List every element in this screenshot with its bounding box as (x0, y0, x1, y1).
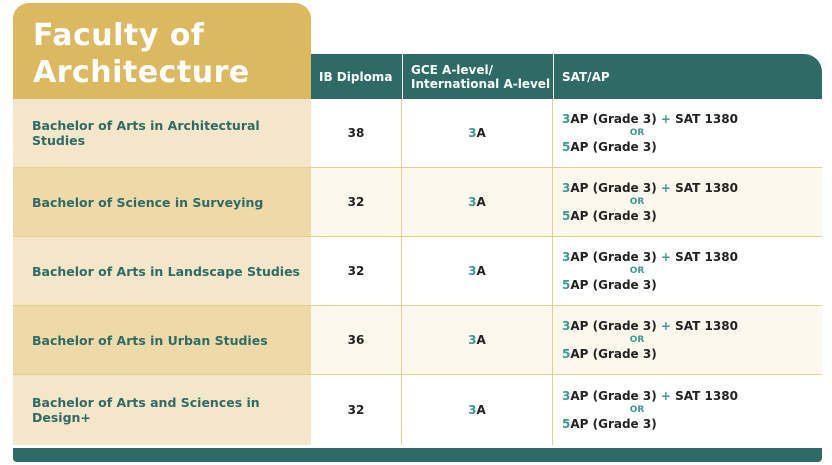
table-row: Bachelor of Arts and Sciences in Design+… (13, 375, 822, 445)
gce-count: 3 (468, 195, 477, 209)
or-label: OR (629, 265, 645, 276)
programme-name: Bachelor of Science in Surveying (13, 168, 311, 236)
column-header-sat: SAT/AP (553, 54, 822, 99)
sat-score: SAT 1380 (675, 388, 738, 403)
plus-sign: + (660, 180, 671, 195)
or-label: OR (629, 196, 645, 207)
gce-grade: A (476, 333, 486, 347)
sat-option-2: 5AP (Grade 3) (562, 208, 657, 225)
ap-text: AP (Grade 3) (570, 318, 657, 333)
gce-count: 3 (468, 126, 477, 140)
plus-sign: + (660, 249, 671, 264)
programme-name: Bachelor of Arts in Architectural Studie… (13, 99, 311, 167)
programme-name: Bachelor of Arts and Sciences in Design+ (13, 375, 311, 445)
plus-sign: + (660, 388, 671, 403)
sat-option-2: 5AP (Grade 3) (562, 416, 657, 433)
sat-score: SAT 1380 (675, 249, 738, 264)
sat-score: SAT 1380 (675, 180, 738, 195)
ib-score: 32 (311, 168, 402, 236)
sat-option-2: 5AP (Grade 3) (562, 346, 657, 363)
ap-text: AP (Grade 3) (570, 111, 657, 126)
ap-text: AP (Grade 3) (570, 208, 657, 223)
page-title: Faculty of Architecture (33, 18, 250, 90)
ib-score: 32 (311, 375, 402, 445)
sat-option-1: 3AP (Grade 3) + SAT 1380 (562, 388, 738, 405)
sat-requirement: 3AP (Grade 3) + SAT 1380 OR 5AP (Grade 3… (553, 237, 822, 305)
sat-option-2: 5AP (Grade 3) (562, 139, 657, 156)
gce-requirement: 3A (402, 168, 553, 236)
or-label: OR (629, 334, 645, 345)
gce-grade: A (476, 195, 486, 209)
gce-requirement: 3A (402, 237, 553, 305)
gce-count: 3 (468, 264, 477, 278)
gce-grade: A (476, 403, 486, 417)
ap-text: AP (Grade 3) (570, 388, 657, 403)
gce-requirement: 3A (402, 375, 553, 445)
plus-sign: + (660, 318, 671, 333)
ib-score: 38 (311, 99, 402, 167)
sat-requirement: 3AP (Grade 3) + SAT 1380 OR 5AP (Grade 3… (553, 375, 822, 445)
ib-score: 32 (311, 237, 402, 305)
ap-text: AP (Grade 3) (570, 139, 657, 154)
plus-sign: + (660, 111, 671, 126)
sat-option-2: 5AP (Grade 3) (562, 277, 657, 294)
column-header-ib: IB Diploma (319, 69, 393, 84)
sat-option-1: 3AP (Grade 3) + SAT 1380 (562, 318, 738, 335)
programme-name: Bachelor of Arts in Urban Studies (13, 306, 311, 374)
sat-option-1: 3AP (Grade 3) + SAT 1380 (562, 180, 738, 197)
ap-text: AP (Grade 3) (570, 249, 657, 264)
ap-text: AP (Grade 3) (570, 416, 657, 431)
sat-requirement: 3AP (Grade 3) + SAT 1380 OR 5AP (Grade 3… (553, 306, 822, 374)
faculty-title-tab: Faculty of Architecture (13, 3, 311, 99)
gce-requirement: 3A (402, 306, 553, 374)
ib-score: 36 (311, 306, 402, 374)
gce-requirement: 3A (402, 99, 553, 167)
requirements-table: Bachelor of Arts in Architectural Studie… (13, 99, 822, 445)
table-row: Bachelor of Science in Surveying 32 3A 3… (13, 168, 822, 237)
gce-count: 3 (468, 403, 477, 417)
table-row: Bachelor of Arts in Urban Studies 36 3A … (13, 306, 822, 375)
sat-option-1: 3AP (Grade 3) + SAT 1380 (562, 111, 738, 128)
sat-score: SAT 1380 (675, 111, 738, 126)
table-footer-band (13, 448, 822, 462)
ap-text: AP (Grade 3) (570, 277, 657, 292)
gce-count: 3 (468, 333, 477, 347)
gce-grade: A (476, 126, 486, 140)
sat-requirement: 3AP (Grade 3) + SAT 1380 OR 5AP (Grade 3… (553, 168, 822, 236)
ap-text: AP (Grade 3) (570, 180, 657, 195)
table-header: IB Diploma GCE A-level/ International A-… (311, 54, 822, 99)
sat-requirement: 3AP (Grade 3) + SAT 1380 OR 5AP (Grade 3… (553, 99, 822, 167)
sat-option-1: 3AP (Grade 3) + SAT 1380 (562, 249, 738, 266)
table-row: Bachelor of Arts in Architectural Studie… (13, 99, 822, 168)
programme-name: Bachelor of Arts in Landscape Studies (13, 237, 311, 305)
sat-score: SAT 1380 (675, 318, 738, 333)
gce-grade: A (476, 264, 486, 278)
or-label: OR (629, 127, 645, 138)
column-header-gce: GCE A-level/ International A-level (402, 54, 553, 99)
ap-text: AP (Grade 3) (570, 346, 657, 361)
table-row: Bachelor of Arts in Landscape Studies 32… (13, 237, 822, 306)
or-label: OR (629, 404, 645, 415)
